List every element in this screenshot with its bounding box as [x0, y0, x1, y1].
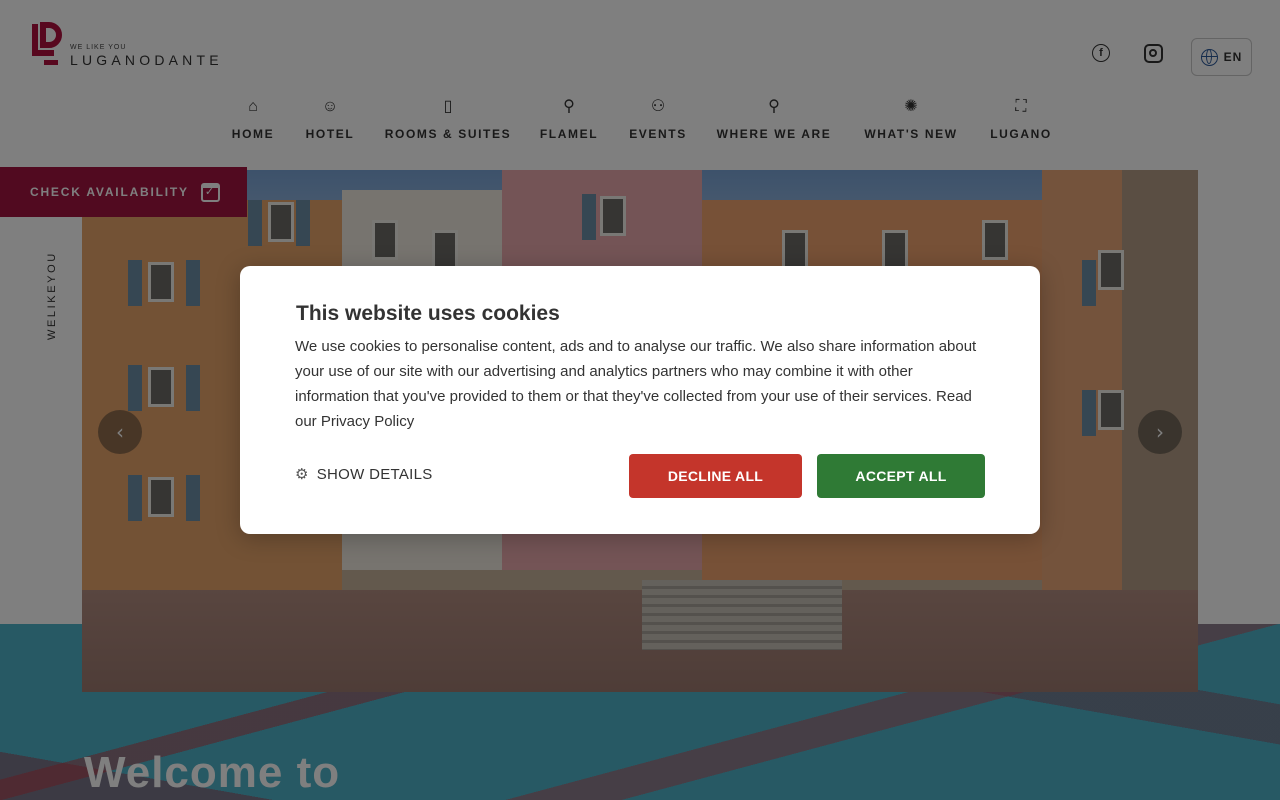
cookie-body: We use cookies to personalise content, a…: [295, 338, 977, 430]
accept-all-button[interactable]: ACCEPT ALL: [817, 454, 985, 498]
decline-all-button[interactable]: DECLINE ALL: [629, 454, 802, 498]
show-details-toggle[interactable]: ⚙ SHOW DETAILS: [295, 465, 433, 483]
cookie-title: This website uses cookies: [296, 302, 560, 325]
gear-icon: ⚙: [295, 465, 309, 483]
show-details-label: SHOW DETAILS: [316, 465, 433, 483]
cookie-actions: ⚙ SHOW DETAILS DECLINE ALL ACCEPT ALL: [295, 454, 985, 498]
cookie-dialog: This website uses cookies We use cookies…: [240, 266, 1040, 534]
